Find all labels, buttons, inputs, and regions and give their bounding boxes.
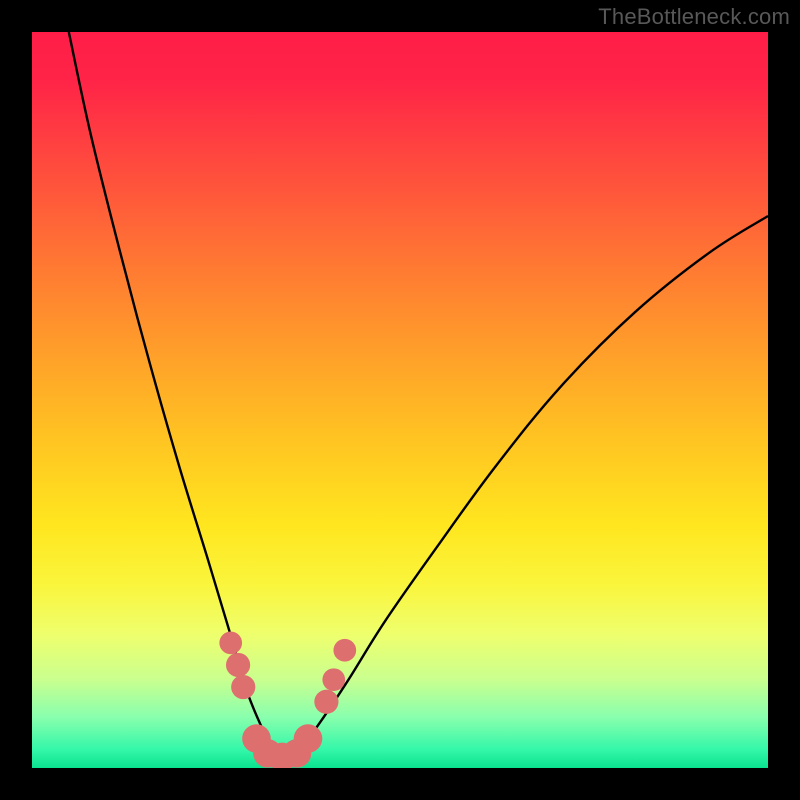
valley-marker — [226, 653, 250, 677]
valley-marker — [333, 639, 356, 662]
chart-svg — [0, 0, 800, 800]
valley-marker — [314, 690, 338, 714]
watermark-text: TheBottleneck.com — [598, 4, 790, 30]
valley-marker — [322, 668, 345, 691]
chart-stage: TheBottleneck.com — [0, 0, 800, 800]
gradient-backdrop — [32, 32, 768, 768]
valley-marker — [219, 632, 242, 655]
valley-marker — [294, 724, 323, 753]
valley-marker — [231, 675, 255, 699]
plot-area — [32, 32, 768, 771]
